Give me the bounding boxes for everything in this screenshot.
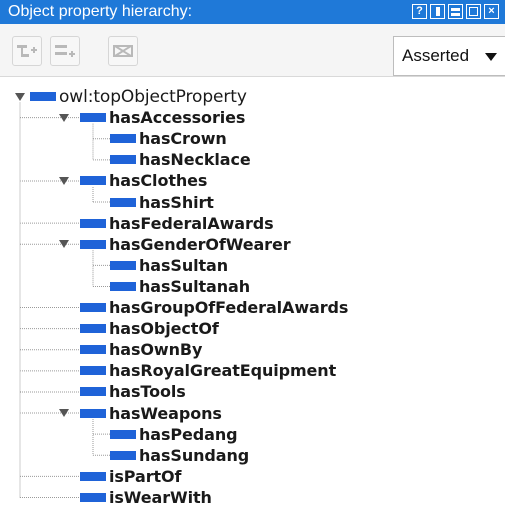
property-icon	[80, 176, 106, 186]
expand-node-icon[interactable]	[59, 176, 69, 185]
tree-child-item[interactable]: hasSultanah	[110, 276, 250, 297]
tree-child-item[interactable]: hasSultan	[110, 255, 228, 276]
property-icon	[80, 345, 106, 355]
expand-node-icon[interactable]	[59, 240, 69, 249]
property-label: hasTools	[109, 382, 186, 402]
property-label: hasRoyalGreatEquipment	[109, 361, 337, 381]
close-icon[interactable]: ×	[484, 4, 499, 19]
chevron-down-icon	[485, 53, 497, 61]
property-label: hasObjectOf	[109, 319, 219, 339]
tree-child-item[interactable]: hasShirt	[110, 192, 214, 213]
tree-item[interactable]: hasAccessories	[80, 107, 245, 128]
property-label: hasGenderOfWearer	[109, 234, 291, 254]
property-icon	[80, 387, 106, 397]
help-icon[interactable]: ?	[412, 4, 427, 19]
property-label: hasGroupOfFederalAwards	[109, 298, 349, 317]
tree-item[interactable]: hasTools	[80, 381, 186, 402]
property-label: isPartOf	[109, 466, 182, 486]
tree-root-item[interactable]: owl:topObjectProperty	[30, 86, 247, 107]
tree-item[interactable]: hasWeapons	[80, 403, 222, 424]
property-icon	[80, 324, 106, 334]
expand-node-icon[interactable]	[59, 409, 69, 418]
tree-item[interactable]: hasGroupOfFederalAwards	[80, 297, 348, 318]
property-icon	[110, 260, 136, 270]
property-label: hasFederalAwards	[109, 213, 274, 233]
add-sub-property-icon	[17, 45, 37, 57]
property-icon	[80, 303, 106, 312]
property-icon	[80, 239, 106, 249]
panel-titlebar: Object property hierarchy: ? ×	[0, 0, 505, 24]
add-sibling-property-button[interactable]	[50, 36, 80, 66]
delete-property-button[interactable]	[108, 36, 138, 66]
property-icon	[110, 134, 136, 144]
property-label: hasWeapons	[109, 403, 222, 423]
tree-item[interactable]: hasFederalAwards	[80, 213, 274, 234]
tree-item[interactable]: hasClothes	[80, 170, 207, 191]
tree-item[interactable]: hasGenderOfWearer	[80, 234, 291, 255]
tree-item[interactable]: hasObjectOf	[80, 318, 219, 339]
maximize-icon[interactable]	[466, 4, 481, 19]
property-icon	[30, 92, 56, 101]
property-icon	[80, 408, 106, 418]
view-rows-icon[interactable]	[448, 4, 463, 19]
tree-child-item[interactable]: hasCrown	[110, 128, 227, 149]
view-columns-icon[interactable]	[430, 4, 445, 19]
tree-child-item[interactable]: hasPedang	[110, 424, 238, 445]
tree-item[interactable]: isWearWith	[80, 487, 212, 508]
hierarchy-mode-select[interactable]: Asserted	[393, 36, 505, 76]
property-label: owl:topObjectProperty	[59, 86, 247, 107]
property-label: hasSundang	[139, 445, 250, 465]
add-sub-property-button[interactable]	[12, 36, 42, 66]
delete-property-icon	[113, 45, 133, 57]
tree-child-item[interactable]: hasSundang	[110, 445, 249, 466]
toolbar: Asserted	[0, 24, 505, 76]
view-controls: ? ×	[412, 4, 499, 19]
property-label: hasOwnBy	[109, 340, 203, 360]
property-icon	[80, 471, 106, 481]
property-icon	[80, 366, 106, 376]
property-label: hasCrown	[139, 129, 227, 149]
property-label: hasAccessories	[109, 108, 246, 128]
property-label: hasClothes	[109, 171, 208, 191]
tree-child-item[interactable]: hasNecklace	[110, 149, 251, 170]
tree-item[interactable]: hasOwnBy	[80, 339, 202, 360]
property-label: hasSultan	[139, 255, 229, 275]
tree-item[interactable]: hasRoyalGreatEquipment	[80, 360, 336, 381]
property-icon	[110, 155, 136, 165]
property-label: hasSultanah	[139, 276, 251, 296]
property-icon	[80, 218, 106, 228]
add-sibling-property-icon	[55, 45, 75, 57]
expand-root-icon[interactable]	[15, 92, 25, 101]
property-icon	[110, 429, 136, 439]
property-label: isWearWith	[109, 487, 212, 507]
property-label: hasPedang	[139, 424, 238, 444]
hierarchy-mode-value: Asserted	[402, 46, 470, 65]
property-icon	[110, 281, 136, 291]
tree-item[interactable]: isPartOf	[80, 466, 182, 487]
property-label: hasNecklace	[139, 150, 251, 170]
property-icon	[110, 450, 136, 460]
property-icon	[110, 197, 136, 207]
property-tree: owl:topObjectProperty hasAccessories hasCr…	[0, 76, 505, 530]
property-icon	[80, 113, 106, 123]
property-icon	[80, 492, 106, 502]
expand-node-icon[interactable]	[59, 113, 69, 122]
property-label: hasShirt	[139, 192, 214, 212]
